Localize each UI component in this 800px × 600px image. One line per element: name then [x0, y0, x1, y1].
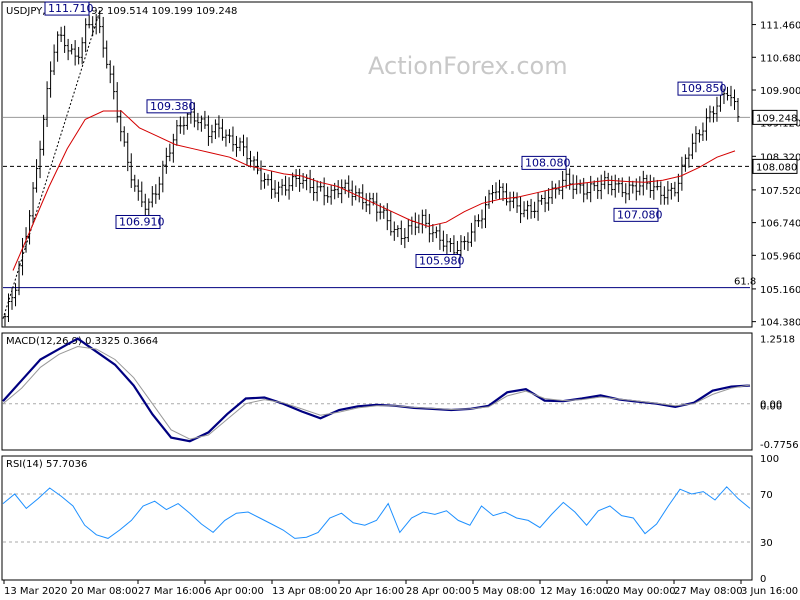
rsi-tick-label: 30	[760, 538, 773, 549]
watermark: ActionForex.com	[368, 52, 568, 80]
price-tick-label: 105.960	[760, 251, 800, 262]
price-annotation-label: 107.080	[617, 208, 663, 221]
time-tick-label: 20 May 00:00	[607, 586, 676, 597]
price-annotation-label: 109.380	[150, 100, 196, 113]
time-tick-label: 6 Apr 00:00	[205, 586, 264, 597]
price-tick-label: 104.380	[760, 318, 800, 329]
resistance-price-tag: 108.080	[756, 162, 797, 173]
main-panel	[1, 1, 753, 328]
macd-tick-label: -0.7756	[760, 440, 799, 451]
price-annotation-label: 106.910	[119, 215, 165, 228]
symbol-info: USDJPY,H4 109.492 109.514 109.199 109.24…	[6, 6, 237, 17]
time-tick-label: 27 Mar 16:00	[138, 586, 205, 597]
price-tick-label: 106.740	[760, 219, 800, 230]
price-annotation-label: 111.710	[48, 2, 94, 15]
time-tick-label: 28 Apr 00:00	[406, 586, 471, 597]
price-annotation-label: 108.080	[525, 156, 571, 169]
fib-label: 61.8	[734, 277, 756, 288]
time-tick-label: 13 Mar 2020	[4, 586, 67, 597]
time-tick-label: 27 May 08:00	[674, 586, 743, 597]
price-tick-label: 109.900	[760, 86, 800, 97]
price-tick-label: 111.460	[760, 21, 800, 32]
time-tick-label: 5 May 08:00	[473, 586, 535, 597]
current-price-tag: 109.248	[756, 113, 797, 124]
price-tick-label: 107.520	[760, 186, 800, 197]
macd-panel	[1, 332, 753, 451]
time-tick-label: 13 Apr 08:00	[272, 586, 337, 597]
price-tick-label: 105.160	[760, 285, 800, 296]
rsi-label: RSI(14) 57.7036	[6, 459, 87, 470]
time-tick-label: 12 May 16:00	[540, 586, 609, 597]
price-tick-label: 110.680	[760, 53, 800, 64]
rsi-tick-label: 100	[760, 454, 779, 465]
time-tick-label: 20 Apr 16:00	[339, 586, 404, 597]
price-annotation-label: 105.980	[419, 255, 465, 268]
price-annotation-label: 109.850	[681, 82, 727, 95]
rsi-tick-label: 70	[760, 490, 773, 501]
macd-tick-label: 1.2518	[760, 335, 795, 346]
time-tick-label: 20 Mar 08:00	[71, 586, 138, 597]
chart-svg: ActionForex.com USDJPY,H4 109.492 109.51…	[1, 1, 800, 597]
time-tick-label: 3 Jun 16:00	[741, 586, 798, 597]
macd-tick-label: 0.00	[760, 402, 782, 413]
rsi-panel	[1, 455, 753, 581]
rsi-tick-label: 0	[760, 574, 766, 585]
